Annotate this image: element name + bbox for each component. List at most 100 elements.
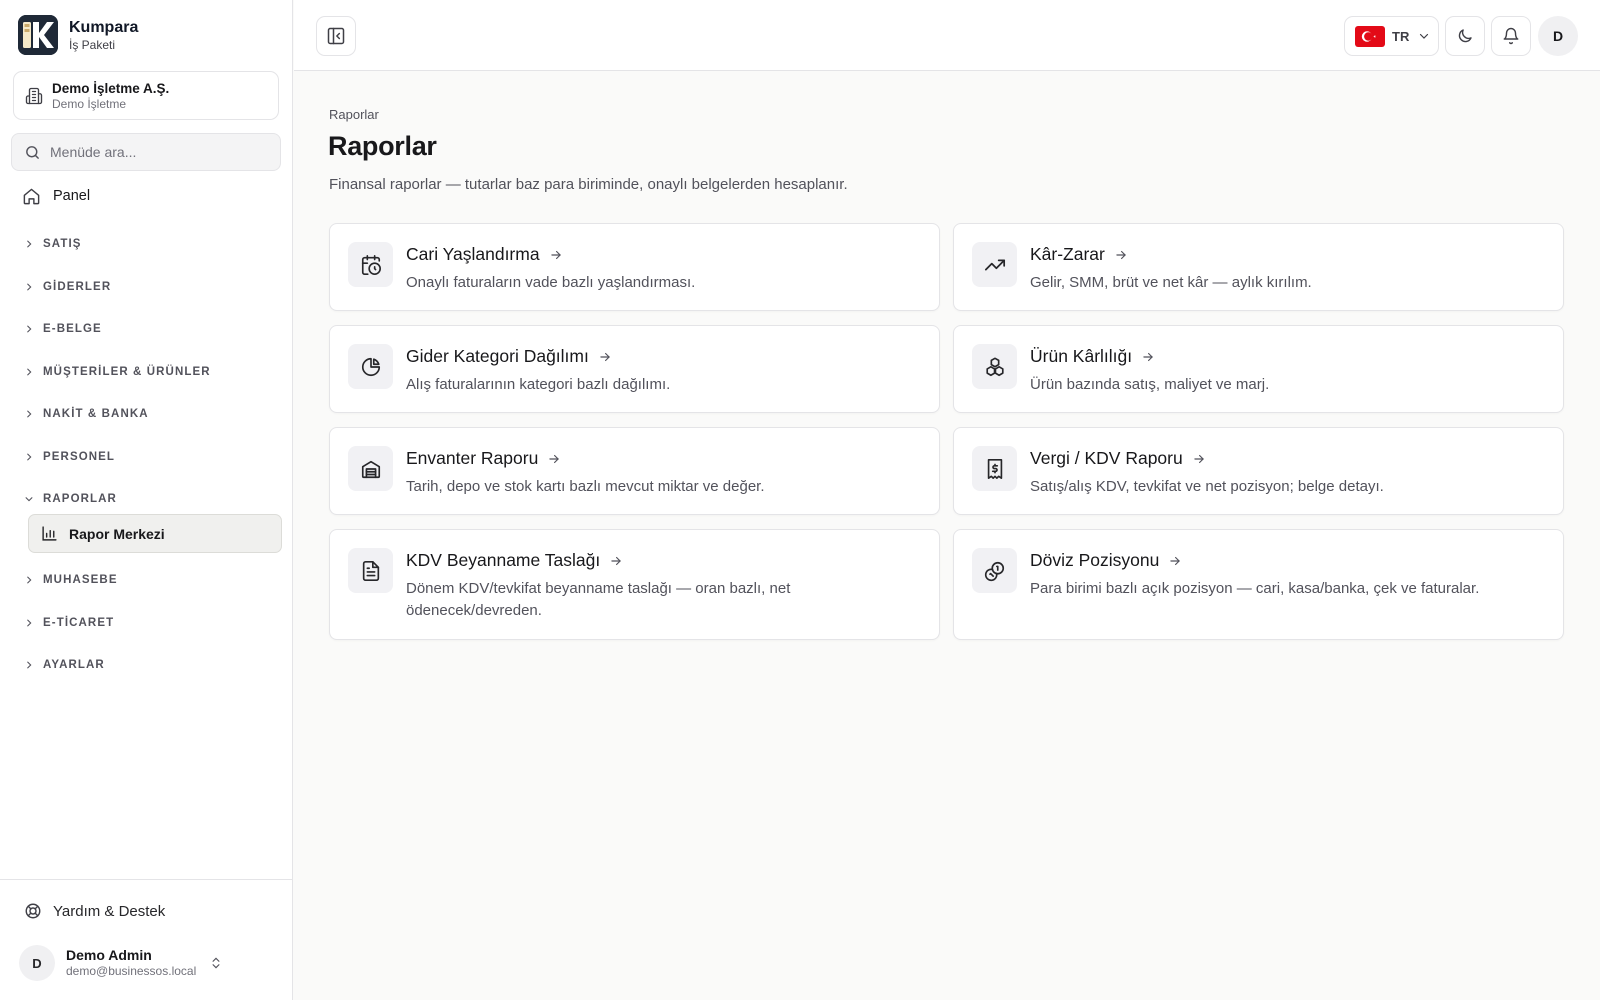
report-card-kdv-beyanname[interactable]: KDV Beyanname Taslağı Dönem KDV/tevkifat… (329, 529, 940, 640)
language-select[interactable]: TR (1344, 16, 1439, 56)
sidebar-footer: Yardım & Destek D Demo Admin demo@busine… (0, 879, 293, 1000)
arrow-right-icon (598, 350, 612, 364)
menu-search-input[interactable] (50, 144, 270, 160)
card-description: Tarih, depo ve stok kartı bazlı mevcut m… (406, 478, 765, 495)
panel-left-close-icon (326, 26, 346, 46)
chevron-right-icon (24, 367, 34, 377)
chevron-right-icon (24, 409, 34, 419)
warehouse-icon (348, 446, 393, 491)
page-title: Raporlar (328, 131, 437, 161)
report-card-urun-karliligi[interactable]: Ürün Kârlılığı Ürün bazında satış, maliy… (953, 325, 1564, 413)
user-email: demo@businessos.local (66, 964, 197, 978)
card-title: Envanter Raporu (406, 448, 539, 468)
arrow-right-icon (1141, 350, 1155, 364)
pie-chart-icon (348, 344, 393, 389)
card-description: Dönem KDV/tevkifat beyanname taslağı — o… (406, 580, 791, 619)
receipt-icon (972, 446, 1017, 491)
home-icon (22, 187, 41, 206)
language-code: TR (1392, 28, 1410, 44)
arrow-right-icon (1168, 554, 1182, 568)
help-support-link[interactable]: Yardım & Destek (24, 902, 165, 920)
menu-search (11, 133, 281, 171)
card-title: Gider Kategori Dağılımı (406, 346, 589, 366)
avatar: D (19, 945, 55, 981)
page-description: Finansal raporlar — tutarlar baz para bi… (329, 176, 848, 193)
arrow-right-icon (547, 452, 561, 466)
topbar: TR D (294, 0, 1600, 71)
breadcrumb[interactable]: Raporlar (329, 107, 379, 122)
card-description: Gelir, SMM, brüt ve net kâr — aylık kırı… (1030, 274, 1312, 291)
theme-toggle-button[interactable] (1445, 16, 1485, 56)
report-card-kar-zarar[interactable]: Kâr-Zarar Gelir, SMM, brüt ve net kâr — … (953, 223, 1564, 311)
nav-group-label: AYARLAR (43, 659, 105, 671)
arrow-right-icon (609, 554, 623, 568)
report-card-cari-yaslandirma[interactable]: Cari Yaşlandırma Onaylı faturaların vade… (329, 223, 940, 311)
sidebar-toggle-button[interactable] (316, 16, 356, 56)
nav-group-label: E-TİCARET (43, 617, 115, 629)
company-name: Demo İşletme A.Ş. (52, 80, 170, 96)
report-card-doviz-pozisyonu[interactable]: Döviz Pozisyonu Para birimi bazlı açık p… (953, 529, 1564, 640)
arrow-right-icon (1192, 452, 1206, 466)
report-card-vergi-kdv[interactable]: Vergi / KDV Raporu Satış/alış KDV, tevki… (953, 427, 1564, 515)
nav-item-panel[interactable]: Panel (22, 186, 90, 206)
card-title: Kâr-Zarar (1030, 244, 1105, 264)
arrow-right-icon (549, 248, 563, 262)
nav-item-rapor-merkezi[interactable]: Rapor Merkezi (28, 514, 282, 553)
company-switcher[interactable]: Demo İşletme A.Ş. Demo İşletme (13, 71, 279, 120)
nav-group-giderler[interactable]: GİDERLER (24, 279, 111, 295)
nav-group-satis[interactable]: SATIŞ (24, 236, 82, 252)
brand-logo (18, 15, 58, 55)
nav-group-raporlar[interactable]: RAPORLAR (24, 491, 117, 507)
nav-group-personel[interactable]: PERSONEL (24, 449, 115, 465)
sidebar: Kumpara İş Paketi Demo İşletme A.Ş. Demo… (0, 0, 293, 1000)
help-support-label: Yardım & Destek (53, 902, 166, 920)
nav-group-label: MUHASEBE (43, 574, 118, 586)
report-card-envanter[interactable]: Envanter Raporu Tarih, depo ve stok kart… (329, 427, 940, 515)
bar-chart-icon (41, 525, 58, 542)
card-title: Ürün Kârlılığı (1030, 346, 1133, 366)
nav-group-label: E-BELGE (43, 323, 102, 335)
nav-group-e-ticaret[interactable]: E-TİCARET (24, 615, 114, 631)
chevron-right-icon (24, 239, 34, 249)
chevron-down-icon (1418, 30, 1430, 42)
chevron-right-icon (24, 324, 34, 334)
chevrons-up-down-icon (209, 955, 223, 971)
chevron-down-icon (24, 494, 34, 504)
brand[interactable]: Kumpara İş Paketi (18, 15, 138, 55)
calendar-clock-icon (348, 242, 393, 287)
nav-group-label: PERSONEL (43, 451, 116, 463)
file-text-icon (348, 548, 393, 593)
user-menu[interactable]: D Demo Admin demo@businessos.local (19, 945, 229, 981)
nav-group-label: NAKİT & BANKA (43, 408, 149, 420)
card-title: Vergi / KDV Raporu (1030, 448, 1183, 468)
chevron-right-icon (24, 618, 34, 628)
building-icon (25, 87, 43, 105)
moon-icon (1456, 27, 1474, 45)
bell-icon (1502, 27, 1520, 45)
nav-item-rapor-merkezi-label: Rapor Merkezi (69, 525, 165, 542)
nav-group-musteriler-urunler[interactable]: MÜŞTERİLER & ÜRÜNLER (24, 364, 211, 380)
card-description: Satış/alış KDV, tevkifat ve net pozisyon… (1030, 478, 1384, 495)
arrow-right-icon (1114, 248, 1128, 262)
brand-subtitle: İş Paketi (69, 37, 116, 52)
notifications-button[interactable] (1491, 16, 1531, 56)
nav-group-muhasebe[interactable]: MUHASEBE (24, 572, 118, 588)
card-description: Para birimi bazlı açık pozisyon — cari, … (1030, 580, 1480, 597)
card-description: Onaylı faturaların vade bazlı yaşlandırm… (406, 274, 696, 291)
chevron-right-icon (24, 452, 34, 462)
chevron-right-icon (24, 282, 34, 292)
user-avatar-button[interactable]: D (1538, 16, 1578, 56)
report-card-gider-kategori[interactable]: Gider Kategori Dağılımı Alış faturaların… (329, 325, 940, 413)
turkey-flag-icon (1355, 25, 1385, 47)
nav-group-nakit-banka[interactable]: NAKİT & BANKA (24, 406, 149, 422)
nav-group-label: MÜŞTERİLER & ÜRÜNLER (43, 366, 211, 378)
chevron-right-icon (24, 575, 34, 585)
card-description: Ürün bazında satış, maliyet ve marj. (1030, 376, 1270, 393)
boxes-icon (972, 344, 1017, 389)
company-subtitle: Demo İşletme (52, 96, 127, 111)
life-buoy-icon (24, 902, 42, 920)
nav-group-e-belge[interactable]: E-BELGE (24, 321, 102, 337)
user-name: Demo Admin (66, 947, 152, 963)
nav-group-ayarlar[interactable]: AYARLAR (24, 657, 105, 673)
chevron-right-icon (24, 660, 34, 670)
